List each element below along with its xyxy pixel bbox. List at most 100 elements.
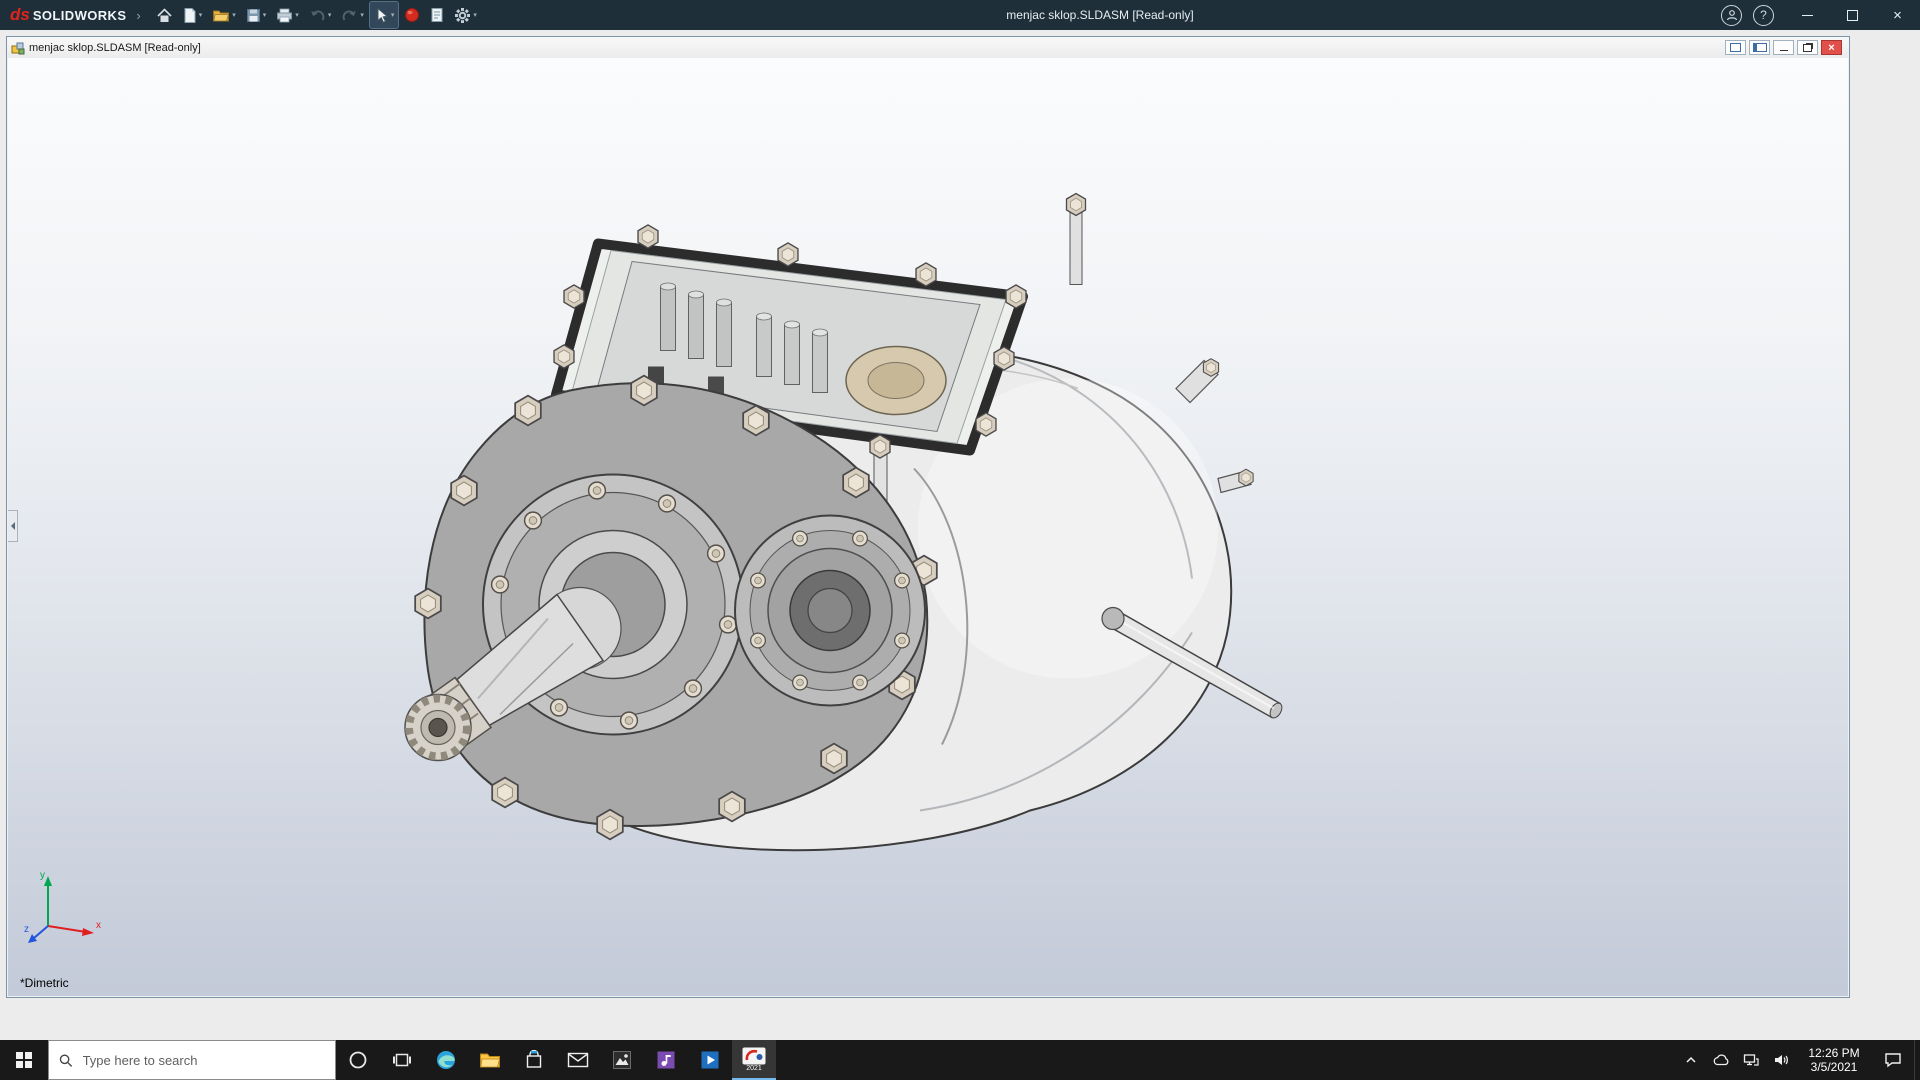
cortana-icon xyxy=(349,1051,367,1069)
redo-icon xyxy=(343,10,357,20)
dassault-mark: ds xyxy=(10,5,30,24)
dropdown-caret-icon[interactable]: ▾ xyxy=(232,11,236,19)
dropdown-caret-icon[interactable]: ▾ xyxy=(263,11,267,19)
dropdown-caret-icon[interactable]: ▾ xyxy=(328,11,332,19)
document-title: menjac sklop.SLDASM [Read-only] xyxy=(29,41,201,54)
app-window-controls: ? × xyxy=(1721,0,1920,30)
lifecycle-red-ball-icon xyxy=(405,8,420,22)
volume-icon xyxy=(1775,1055,1788,1065)
cover-plate-boss[interactable] xyxy=(734,514,926,707)
windows-logo-icon xyxy=(16,1052,32,1068)
edge-icon xyxy=(437,1051,455,1069)
taskbar-clock[interactable]: 12:26 PM 3/5/2021 xyxy=(1796,1040,1872,1080)
triad-y-label: y xyxy=(40,870,45,881)
doc-pane-button-1[interactable] xyxy=(1725,40,1746,55)
select-tool-button[interactable]: ▾ xyxy=(368,1,400,29)
options-button[interactable]: ▾ xyxy=(450,2,481,28)
redo-button[interactable]: ▾ xyxy=(337,2,368,28)
hidden-icons-chevron[interactable] xyxy=(1676,1040,1706,1080)
print-icon xyxy=(277,8,293,22)
assembly-document-icon xyxy=(11,42,25,54)
app-title: menjac sklop.SLDASM [Read-only] xyxy=(1006,8,1194,22)
doc-pane-button-2[interactable] xyxy=(1749,40,1770,55)
new-document-icon xyxy=(184,7,196,23)
document-window: menjac sklop.SLDASM [Read-only] × y x z … xyxy=(6,36,1850,998)
minimize-icon xyxy=(1779,50,1788,51)
open-button[interactable]: ▾ xyxy=(208,2,240,28)
tray-volume[interactable] xyxy=(1766,1040,1796,1080)
print-button[interactable]: ▾ xyxy=(272,2,303,28)
synchro-ring[interactable] xyxy=(845,345,947,416)
new-document-button[interactable]: ▾ xyxy=(179,2,207,28)
taskbar-app-video[interactable] xyxy=(688,1040,732,1080)
video-app-icon xyxy=(701,1051,719,1069)
taskbar-app-media-player[interactable] xyxy=(644,1040,688,1080)
taskbar-app-mail[interactable] xyxy=(556,1040,600,1080)
tray-network[interactable] xyxy=(1736,1040,1766,1080)
action-center-button[interactable] xyxy=(1872,1040,1914,1080)
person-icon xyxy=(1726,10,1737,21)
doc-minimize-button[interactable] xyxy=(1773,40,1794,55)
triad-z-label: z xyxy=(24,924,29,935)
cad-model-gearbox[interactable] xyxy=(8,58,1848,996)
task-view-icon xyxy=(393,1053,411,1067)
minimize-button[interactable] xyxy=(1785,0,1830,30)
save-icon xyxy=(246,8,260,22)
clock-date: 3/5/2021 xyxy=(1810,1060,1858,1074)
taskbar-app-cortana[interactable] xyxy=(336,1040,380,1080)
undo-button[interactable]: ▾ xyxy=(305,2,336,28)
home-icon xyxy=(157,7,172,22)
orientation-triad: y x z xyxy=(24,870,101,943)
taskbar-task-view[interactable] xyxy=(380,1040,424,1080)
clock-time: 12:26 PM xyxy=(1808,1046,1860,1060)
maximize-icon xyxy=(1847,9,1858,21)
dropdown-caret-icon[interactable]: ▾ xyxy=(473,11,477,19)
doc-restore-button[interactable] xyxy=(1797,40,1818,55)
action-center-icon xyxy=(1885,1053,1901,1068)
cloud-icon xyxy=(1713,1054,1728,1066)
file-explorer-icon xyxy=(480,1053,501,1068)
taskbar-app-solidworks-2021[interactable]: 2021 xyxy=(732,1040,776,1080)
photos-icon xyxy=(613,1051,631,1069)
doc-close-button[interactable]: × xyxy=(1821,40,1842,55)
maximize-button[interactable] xyxy=(1830,0,1875,30)
select-cursor-icon xyxy=(377,6,388,23)
dropdown-caret-icon[interactable]: ▾ xyxy=(295,11,299,19)
taskbar-app-edge[interactable] xyxy=(424,1040,468,1080)
save-button[interactable]: ▾ xyxy=(242,2,271,28)
show-desktop-button[interactable] xyxy=(1914,1040,1920,1080)
toolbar-flyout-icon[interactable]: › xyxy=(136,8,140,23)
graphics-viewport[interactable]: y x z *Dimetric xyxy=(8,58,1848,996)
featuremanager-splitter[interactable] xyxy=(8,510,18,542)
taskbar-app-file-explorer[interactable] xyxy=(468,1040,512,1080)
taskbar-search[interactable] xyxy=(48,1040,336,1080)
media-player-icon xyxy=(657,1051,675,1069)
taskbar-app-photos[interactable] xyxy=(600,1040,644,1080)
search-input[interactable] xyxy=(80,1051,325,1069)
close-icon: × xyxy=(1828,41,1835,54)
chevron-left-icon xyxy=(8,522,15,530)
file-properties-icon xyxy=(431,8,443,22)
home-button[interactable] xyxy=(152,2,177,28)
triad-x-label: x xyxy=(96,920,101,931)
pane-icon xyxy=(1730,43,1741,52)
lifecycle-button[interactable] xyxy=(400,2,424,28)
undo-icon xyxy=(311,10,325,20)
dropdown-caret-icon[interactable]: ▾ xyxy=(391,11,395,19)
search-icon xyxy=(59,1053,73,1067)
question-glyph: ? xyxy=(1760,8,1767,22)
taskbar-app-store[interactable] xyxy=(512,1040,556,1080)
dropdown-caret-icon[interactable]: ▾ xyxy=(360,11,364,19)
help-icon[interactable]: ? xyxy=(1753,4,1774,26)
solidworks-logo: ds SOLIDWORKS xyxy=(0,5,132,25)
chevron-up-icon xyxy=(1686,1056,1696,1063)
file-properties-button[interactable] xyxy=(426,2,448,28)
brand-name: SOLIDWORKS xyxy=(32,8,127,23)
document-titlebar[interactable]: menjac sklop.SLDASM [Read-only] × xyxy=(7,37,1849,58)
dropdown-caret-icon[interactable]: ▾ xyxy=(199,11,203,19)
start-button[interactable] xyxy=(0,1040,48,1080)
close-button[interactable]: × xyxy=(1875,0,1920,30)
app-titlebar: ds SOLIDWORKS › ▾ ▾ ▾ ▾ ▾ ▾ ▾ ▾ menjac s… xyxy=(0,0,1920,30)
user-account-icon[interactable] xyxy=(1721,4,1742,26)
tray-cloud[interactable] xyxy=(1706,1040,1736,1080)
